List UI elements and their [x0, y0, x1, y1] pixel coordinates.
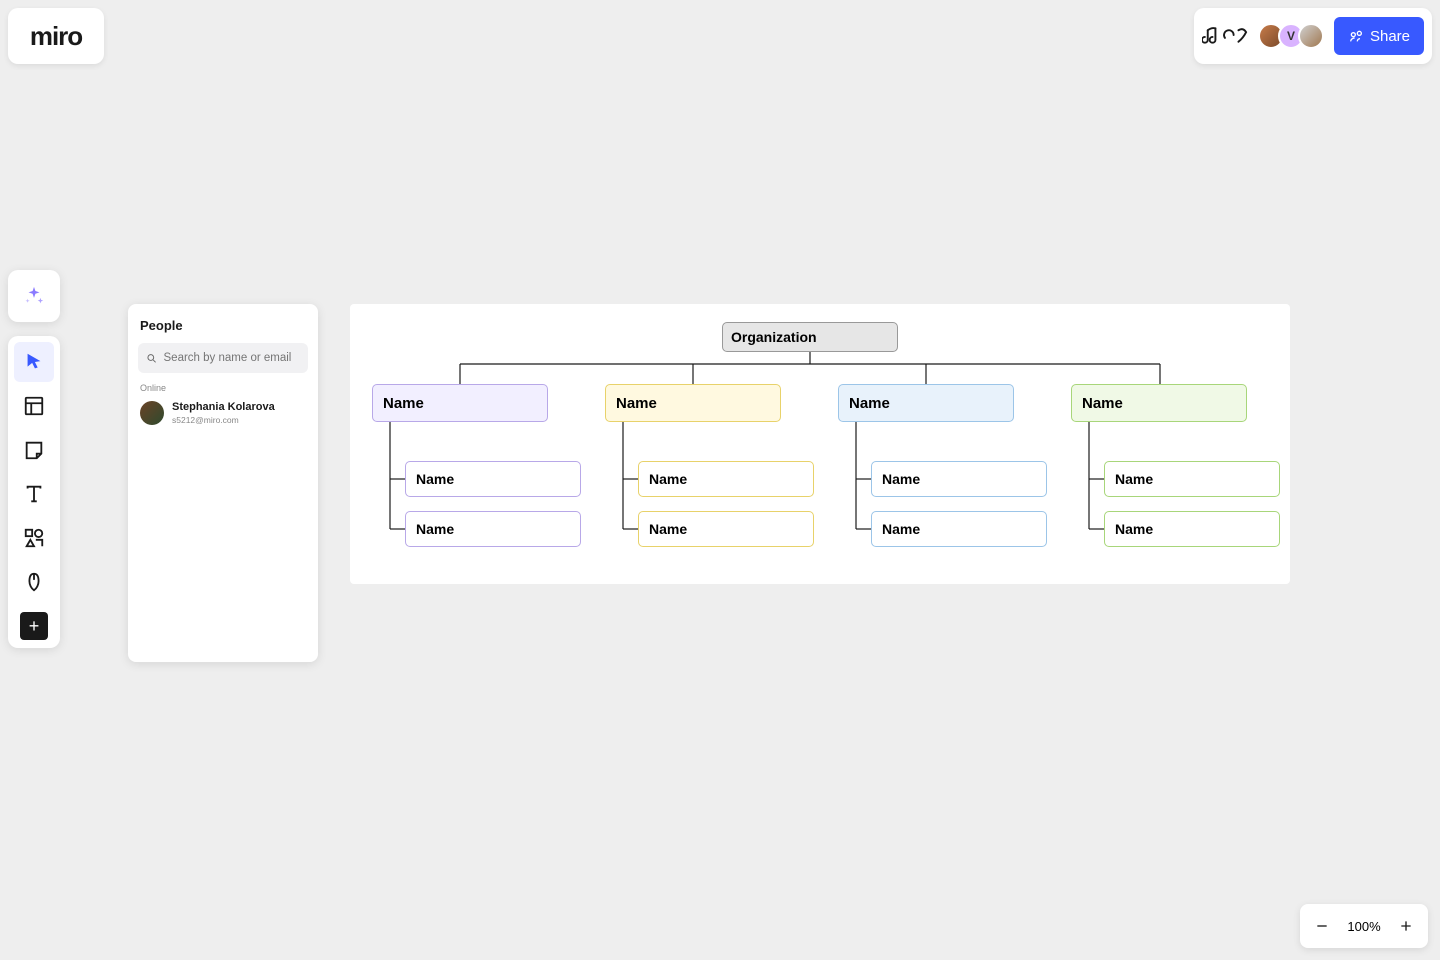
org-dept-node[interactable]: Name [372, 384, 548, 422]
org-sub-node[interactable]: Name [638, 461, 814, 497]
org-sub-node[interactable]: Name [1104, 511, 1280, 547]
sticky-note-tool[interactable] [14, 430, 54, 470]
people-search[interactable] [138, 343, 308, 373]
org-dept-node[interactable]: Name [605, 384, 781, 422]
avatar [140, 401, 164, 425]
org-sub-node[interactable]: Name [871, 461, 1047, 497]
logo-card[interactable]: miro [8, 8, 104, 64]
people-section-label: Online [140, 383, 308, 393]
share-button[interactable]: Share [1334, 17, 1424, 55]
org-dept-node[interactable]: Name [1071, 384, 1247, 422]
org-root-node[interactable]: Organization [722, 322, 898, 352]
topbar-right: V Share [1194, 8, 1432, 64]
pen-tool[interactable] [14, 562, 54, 602]
music-icon[interactable] [1202, 16, 1248, 56]
select-tool[interactable] [14, 342, 54, 382]
org-sub-node[interactable]: Name [871, 511, 1047, 547]
org-dept-node[interactable]: Name [838, 384, 1014, 422]
org-sub-node[interactable]: Name [405, 511, 581, 547]
zoom-value[interactable]: 100% [1347, 919, 1380, 934]
org-sub-node[interactable]: Name [1104, 461, 1280, 497]
search-icon [146, 352, 158, 365]
presence-avatars[interactable]: V [1258, 23, 1324, 49]
share-label: Share [1370, 28, 1410, 45]
add-tool-button[interactable]: + [20, 612, 48, 640]
people-search-input[interactable] [164, 352, 300, 364]
ai-tool-button[interactable] [8, 270, 60, 322]
org-sub-node[interactable]: Name [638, 511, 814, 547]
person-name: Stephania Kolarova [172, 401, 275, 414]
org-sub-node[interactable]: Name [405, 461, 581, 497]
text-tool[interactable] [14, 474, 54, 514]
zoom-control: 100% [1300, 904, 1428, 948]
shapes-tool[interactable] [14, 518, 54, 558]
zoom-out-button[interactable] [1310, 914, 1334, 938]
app-logo: miro [30, 21, 82, 52]
left-toolbar: + [8, 336, 60, 648]
template-tool[interactable] [14, 386, 54, 426]
person-email: s5212@miro.com [172, 415, 275, 425]
people-title: People [138, 318, 308, 333]
canvas-board[interactable]: Organization Name Name Name Name Name Na… [350, 304, 1290, 584]
zoom-in-button[interactable] [1394, 914, 1418, 938]
people-panel: People Online Stephania Kolarova s5212@m… [128, 304, 318, 662]
avatar[interactable] [1298, 23, 1324, 49]
person-row[interactable]: Stephania Kolarova s5212@miro.com [138, 399, 308, 427]
